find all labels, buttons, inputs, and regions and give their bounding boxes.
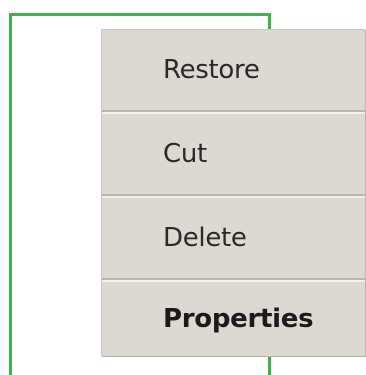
frame-line-top	[9, 13, 271, 16]
frame-line-left	[9, 13, 12, 375]
menu-item-restore[interactable]: Restore	[102, 30, 365, 110]
menu-item-label: Cut	[163, 139, 207, 169]
menu-item-label: Restore	[163, 55, 260, 85]
context-menu: Restore Cut Delete Properties	[101, 29, 365, 356]
menu-item-delete[interactable]: Delete	[102, 198, 365, 278]
frame-line-right-bottom	[268, 356, 271, 375]
menu-item-cut[interactable]: Cut	[102, 114, 365, 194]
menu-item-label: Properties	[163, 304, 314, 334]
menu-item-properties[interactable]: Properties	[102, 282, 365, 356]
screen: Restore Cut Delete Properties	[0, 0, 366, 375]
menu-item-label: Delete	[163, 223, 247, 253]
